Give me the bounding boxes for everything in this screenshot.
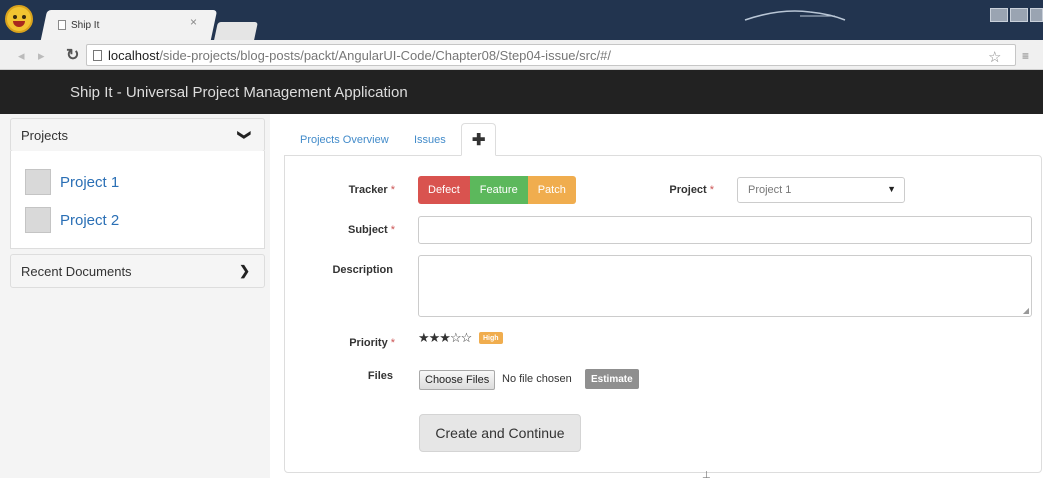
address-bar-row: ◂ ▸ ↻ localhost/side-projects/blog-posts… — [0, 40, 1043, 70]
project-thumbnail — [25, 207, 51, 233]
browser-tab-bar: Ship It × — [0, 0, 1043, 40]
url-path: /side-projects/blog-posts/packt/AngularU… — [159, 47, 611, 63]
back-icon[interactable]: ◂ — [18, 48, 25, 64]
app-navbar: Ship It - Universal Project Management A… — [0, 70, 1043, 114]
description-label: Description — [332, 264, 393, 276]
app-brand[interactable]: Ship It - Universal Project Management A… — [70, 84, 408, 101]
project-label: Project * — [669, 184, 714, 196]
sidebar: Projects ❯ Project 1 Project 2 Recent Do… — [0, 114, 270, 478]
minimize-button[interactable] — [990, 8, 1008, 22]
priority-badge: High — [479, 332, 503, 344]
project-link[interactable]: Project 1 — [60, 174, 119, 191]
priority-rating[interactable]: ★★★☆☆ — [418, 330, 472, 346]
projects-list: Project 1 Project 2 — [10, 151, 265, 249]
tracker-feature-button[interactable]: Feature — [469, 176, 528, 204]
forward-icon[interactable]: ▸ — [38, 48, 45, 64]
new-tab-button[interactable] — [214, 22, 258, 40]
tab-close-icon[interactable]: × — [190, 15, 197, 29]
subject-label: Subject * — [347, 224, 395, 236]
choose-files-button[interactable]: Choose Files — [419, 370, 496, 390]
create-and-continue-button[interactable]: Create and Continue — [419, 414, 581, 452]
project-thumbnail — [25, 169, 51, 195]
chevron-right-icon: ❯ — [239, 263, 250, 278]
page-icon — [93, 49, 102, 61]
estimate-button[interactable]: Estimate — [585, 369, 639, 389]
projects-panel-title: Projects — [21, 127, 68, 143]
project-link[interactable]: Project 2 — [60, 212, 119, 229]
file-status-text: No file chosen — [502, 373, 572, 385]
tracker-defect-button[interactable]: Defect — [418, 176, 470, 204]
resize-grip-icon[interactable]: ◢ — [1023, 306, 1029, 315]
smiley-avatar-icon[interactable] — [5, 5, 33, 33]
star-icon[interactable]: ☆ — [988, 48, 1001, 66]
projects-panel-header[interactable]: Projects ❯ — [10, 118, 265, 152]
description-textarea[interactable]: ◢ — [418, 255, 1032, 317]
subject-input[interactable] — [418, 216, 1032, 244]
page-icon — [58, 20, 66, 30]
project-select[interactable]: Project 1 ▼ — [737, 177, 905, 203]
project-item[interactable]: Project 1 — [25, 169, 119, 195]
swoosh-logo-icon — [744, 10, 846, 21]
tracker-label: Tracker * — [348, 184, 395, 196]
project-item[interactable]: Project 2 — [25, 207, 119, 233]
browser-tab-title: Ship It — [71, 19, 100, 31]
url-host: localhost — [108, 47, 160, 63]
tab-add[interactable]: ✚ — [461, 123, 497, 156]
tab-issues[interactable]: Issues — [404, 124, 456, 156]
chevron-down-icon: ❯ — [237, 129, 253, 141]
reload-icon[interactable]: ↻ — [66, 45, 79, 65]
recent-documents-panel-header[interactable]: Recent Documents ❯ — [10, 254, 265, 288]
menu-icon[interactable]: ≡ — [1022, 49, 1029, 63]
tracker-button-group: Defect Feature Patch — [418, 176, 576, 204]
maximize-button[interactable] — [1010, 8, 1028, 22]
files-label: Files — [367, 370, 393, 382]
cursor-icon: ⊥ — [702, 470, 711, 481]
tracker-patch-button[interactable]: Patch — [527, 176, 576, 204]
project-select-value: Project 1 — [748, 184, 792, 196]
url-field[interactable]: localhost/side-projects/blog-posts/packt… — [86, 44, 1016, 66]
tab-projects-overview[interactable]: Projects Overview — [290, 124, 399, 156]
chevron-down-icon: ▼ — [887, 184, 896, 194]
recent-documents-title: Recent Documents — [21, 263, 132, 279]
priority-label: Priority * — [349, 337, 395, 349]
close-window-button[interactable] — [1030, 8, 1043, 22]
